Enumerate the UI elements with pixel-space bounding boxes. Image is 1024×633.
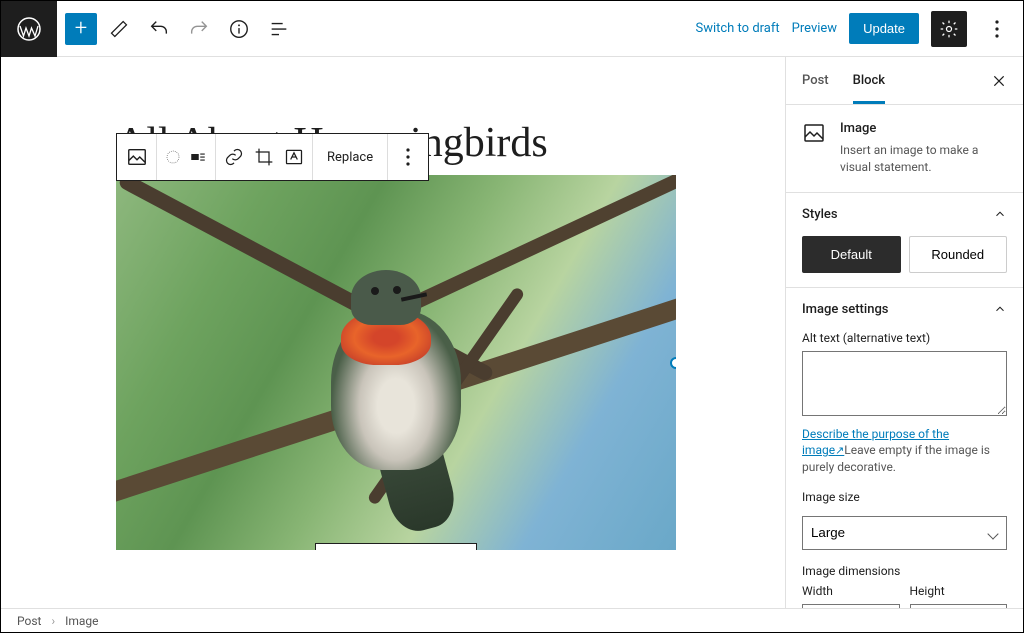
external-link-icon: ↗ [835, 444, 844, 457]
editor-canvas: All About Hummingbirds Replace [1, 57, 785, 613]
style-rounded-button[interactable]: Rounded [909, 236, 1008, 273]
width-label: Width [802, 584, 900, 598]
outline-icon[interactable] [261, 11, 297, 47]
breadcrumb-sep: › [51, 614, 55, 628]
switch-to-draft-button[interactable]: Switch to draft [695, 21, 779, 36]
breadcrumb: Post › Image [1, 608, 1023, 632]
image-block[interactable]: B I [116, 175, 676, 550]
image-dimensions-label: Image dimensions [802, 564, 1007, 578]
caption-toolbar: B I [315, 543, 477, 550]
italic-button[interactable]: I [356, 544, 396, 550]
chevron-up-icon[interactable] [993, 302, 1007, 316]
link-icon[interactable] [224, 147, 244, 167]
replace-button[interactable]: Replace [313, 134, 388, 180]
edit-icon[interactable] [101, 11, 137, 47]
styles-heading: Styles [802, 207, 838, 222]
chevron-down-icon[interactable] [436, 544, 476, 550]
alt-text-help: Describe the purpose of the image↗Leave … [802, 426, 1007, 476]
alt-text-label: Alt text (alternative text) [802, 331, 1007, 345]
resize-handle-right[interactable] [670, 357, 676, 369]
styles-section: Styles Default Rounded [786, 193, 1023, 288]
settings-sidebar: Post Block Image Insert an image to make… [785, 57, 1023, 613]
editor-top-bar: + Switch to draft Preview Update [1, 1, 1023, 57]
block-desc-text: Insert an image to make a visual stateme… [840, 142, 1007, 176]
height-label: Height [910, 584, 1008, 598]
update-button[interactable]: Update [849, 13, 919, 44]
info-icon[interactable] [221, 11, 257, 47]
caption-link-icon[interactable] [396, 544, 436, 550]
tab-post[interactable]: Post [802, 73, 829, 88]
block-description: Image Insert an image to make a visual s… [786, 105, 1023, 193]
undo-icon[interactable] [141, 11, 177, 47]
image-icon [802, 121, 826, 176]
image-content[interactable]: B I [116, 175, 676, 550]
wordpress-logo[interactable] [1, 1, 57, 57]
drag-handle-icon[interactable] [165, 149, 181, 165]
alt-text-input[interactable] [802, 351, 1007, 416]
block-name: Image [840, 121, 1007, 136]
align-icon[interactable] [189, 148, 207, 166]
add-block-button[interactable]: + [65, 13, 97, 45]
more-menu-icon[interactable] [979, 11, 1015, 47]
breadcrumb-root[interactable]: Post [17, 614, 41, 628]
image-settings-heading: Image settings [802, 302, 889, 317]
crop-icon[interactable] [254, 147, 274, 167]
chevron-up-icon[interactable] [993, 207, 1007, 221]
image-settings-section: Image settings Alt text (alternative tex… [786, 288, 1023, 613]
block-toolbar: Replace [116, 133, 429, 181]
tab-block[interactable]: Block [853, 73, 885, 104]
close-sidebar-icon[interactable] [991, 73, 1007, 89]
breadcrumb-current[interactable]: Image [65, 614, 98, 628]
redo-icon[interactable] [181, 11, 217, 47]
image-size-select[interactable]: Large [802, 516, 1007, 550]
settings-button[interactable] [931, 11, 967, 47]
image-size-label: Image size [802, 490, 1007, 504]
bold-button[interactable]: B [316, 544, 356, 550]
block-more-icon[interactable] [388, 134, 428, 180]
block-type-image-icon[interactable] [117, 134, 157, 180]
preview-button[interactable]: Preview [792, 21, 837, 36]
text-overlay-icon[interactable] [284, 147, 304, 167]
style-default-button[interactable]: Default [802, 236, 901, 273]
